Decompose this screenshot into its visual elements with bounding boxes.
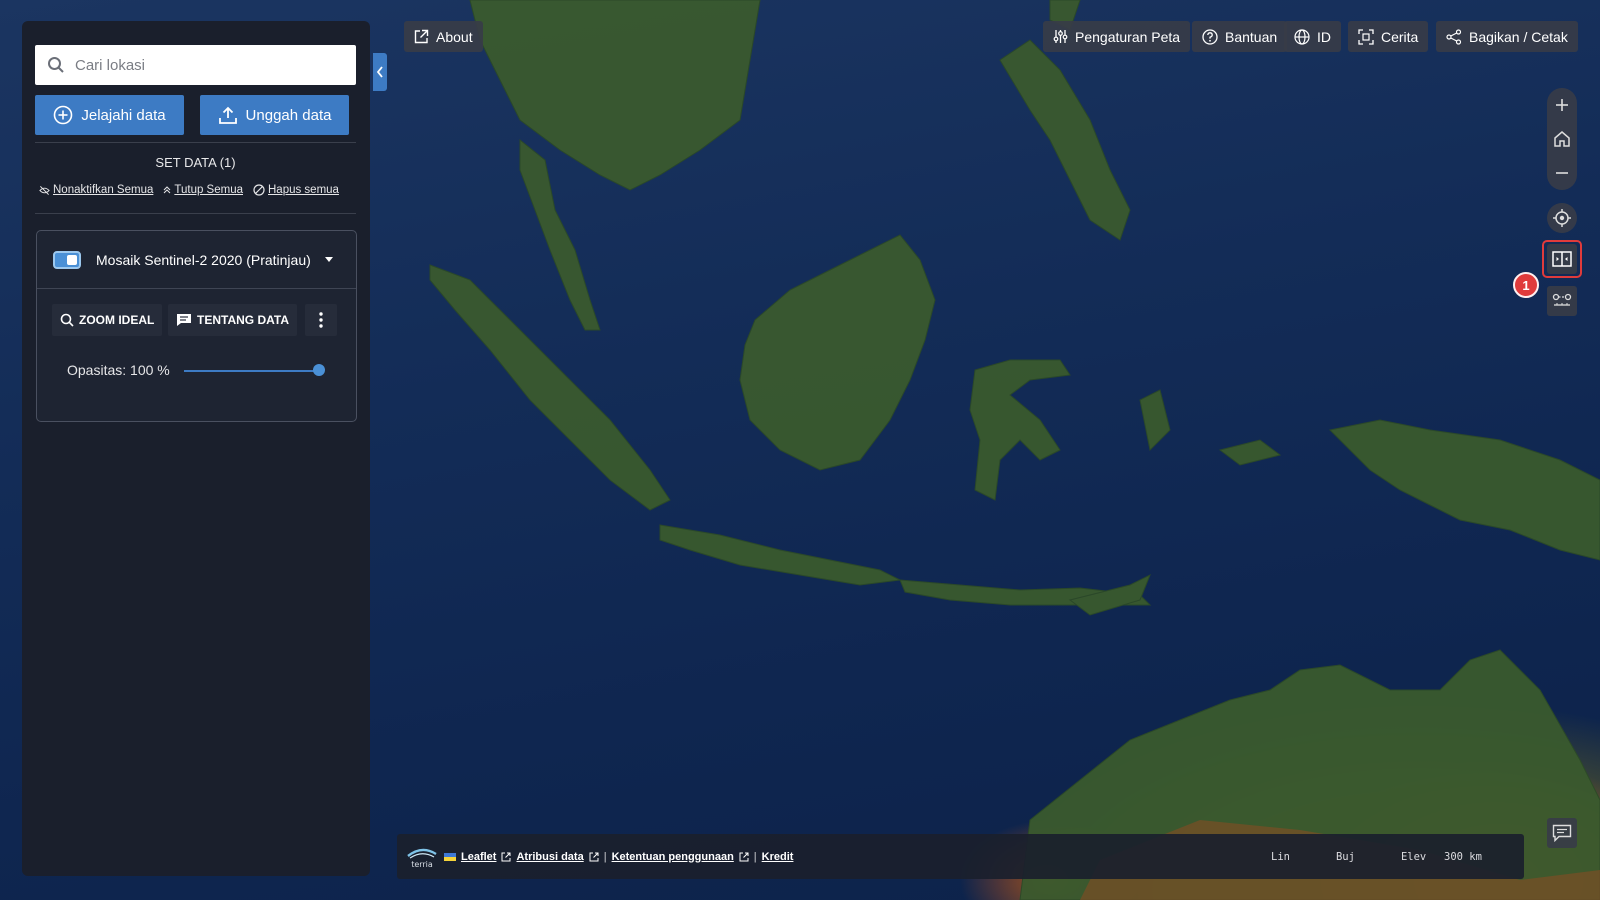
separator: |: [753, 850, 757, 863]
separator: |: [603, 850, 607, 863]
opacity-slider-handle[interactable]: [313, 364, 325, 376]
credits-link[interactable]: Kredit: [762, 851, 794, 863]
about-data-label: TENTANG DATA: [197, 313, 289, 327]
language-button[interactable]: ID: [1284, 21, 1341, 52]
map-footer: terria Leaflet Atribusi data | Ketentuan…: [397, 834, 1524, 879]
zoom-controls: [1547, 88, 1577, 190]
disable-all-label: Nonaktifkan Semua: [53, 184, 154, 196]
explore-data-button[interactable]: Jelajahi data: [35, 95, 184, 135]
search-input[interactable]: [75, 56, 335, 74]
minus-icon: [1556, 172, 1568, 174]
measure-icon: [1552, 293, 1572, 306]
more-options-button[interactable]: [305, 304, 337, 336]
external-link-icon: [739, 852, 749, 861]
dataset-count: SET DATA (1): [155, 155, 236, 170]
external-link-icon: [414, 29, 429, 44]
share-print-button[interactable]: Bagikan / Cetak: [1436, 21, 1578, 52]
disable-all-button[interactable]: Nonaktifkan Semua: [39, 184, 153, 196]
upload-data-label: Unggah data: [245, 106, 332, 124]
terria-logo-icon: terria: [407, 848, 437, 869]
story-button[interactable]: Cerita: [1348, 21, 1429, 52]
collapse-workbench-button[interactable]: [373, 53, 387, 91]
ideal-zoom-button[interactable]: ZOOM IDEAL: [52, 304, 163, 336]
locate-icon: [1553, 209, 1571, 227]
elevation-label: Elev: [1400, 850, 1427, 863]
help-button[interactable]: Bantuan: [1192, 21, 1288, 52]
map-settings-button[interactable]: Pengaturan Peta: [1043, 21, 1191, 52]
distance-scale: 300 km: [1444, 850, 1482, 863]
upload-icon: [218, 106, 237, 124]
chevrons-up-icon: [164, 186, 171, 194]
longitude-label: Buj: [1335, 850, 1355, 863]
ukraine-flag-icon: [444, 852, 456, 861]
about-data-button[interactable]: TENTANG DATA: [168, 304, 297, 336]
feedback-icon: [1552, 824, 1572, 842]
leaflet-link[interactable]: Leaflet: [461, 851, 496, 863]
divider: [35, 213, 356, 214]
plus-icon: [1556, 99, 1568, 111]
remove-all-label: Hapus semua: [268, 184, 339, 196]
opacity-label: Opasitas: 100 %: [67, 362, 170, 378]
measure-tool-button[interactable]: [1547, 286, 1577, 316]
collapse-all-button[interactable]: Tutup Semua: [163, 184, 243, 196]
workbench-item-title: Mosaik Sentinel-2 2020 (Pratinjau): [96, 251, 311, 268]
search-icon: [60, 313, 74, 327]
credits-row: terria Leaflet Atribusi data | Ketentuan…: [405, 845, 793, 869]
terms-of-use-link[interactable]: Ketentuan penggunaan: [612, 851, 734, 863]
zoom-in-button[interactable]: [1547, 88, 1577, 122]
layer-visibility-toggle[interactable]: [53, 250, 81, 269]
compare-split-button[interactable]: [1542, 240, 1582, 278]
search-box[interactable]: [35, 45, 356, 85]
globe-icon: [1294, 28, 1310, 45]
ideal-zoom-label: ZOOM IDEAL: [79, 313, 155, 327]
chevron-down-icon[interactable]: [324, 257, 333, 262]
ban-icon: [253, 184, 265, 196]
zoom-out-button[interactable]: [1547, 156, 1577, 190]
compare-split-icon: [1552, 251, 1572, 267]
svg-text:terria: terria: [411, 860, 433, 869]
workbench-panel: Jelajahi data Unggah data SET DATA (1) N…: [22, 21, 370, 876]
comment-icon: [177, 314, 191, 326]
eye-off-icon: [39, 185, 50, 195]
help-label: Bantuan: [1225, 28, 1278, 45]
location-readout: Lin Buj Elev: [1271, 851, 1426, 863]
search-icon: [48, 57, 64, 73]
share-icon: [1446, 28, 1462, 45]
language-label: ID: [1317, 28, 1331, 45]
divider: [35, 142, 356, 143]
compare-split-inner: [1547, 244, 1577, 274]
remove-all-button[interactable]: Hapus semua: [253, 184, 339, 196]
home-icon: [1554, 131, 1570, 147]
story-label: Cerita: [1381, 28, 1419, 45]
collapse-all-label: Tutup Semua: [174, 184, 243, 196]
my-location-button[interactable]: [1547, 203, 1577, 233]
chevron-left-icon: [376, 66, 383, 78]
about-button[interactable]: About: [404, 21, 483, 52]
map-settings-label: Pengaturan Peta: [1075, 28, 1181, 45]
workbench-item-header[interactable]: Mosaik Sentinel-2 2020 (Pratinjau): [37, 231, 356, 289]
reset-view-button[interactable]: [1547, 122, 1577, 156]
help-circle-icon: [1202, 28, 1218, 45]
more-vertical-icon: [319, 312, 323, 328]
share-print-label: Bagikan / Cetak: [1469, 28, 1568, 45]
step-badge: 1: [1513, 272, 1539, 298]
workbench-actions: Nonaktifkan Semua Tutup Semua Hapus semu…: [39, 184, 339, 196]
opacity-slider-track[interactable]: [184, 370, 324, 372]
external-link-icon: [589, 852, 599, 861]
data-attribution-link[interactable]: Atribusi data: [516, 851, 583, 863]
plus-circle-icon: [54, 105, 73, 125]
feedback-button[interactable]: [1547, 818, 1577, 848]
latitude-label: Lin: [1271, 850, 1290, 863]
external-link-icon: [501, 852, 511, 861]
workbench-item-card: Mosaik Sentinel-2 2020 (Pratinjau) ZOOM …: [36, 230, 357, 422]
about-label: About: [436, 28, 473, 45]
story-icon: [1358, 28, 1374, 45]
explore-data-label: Jelajahi data: [81, 106, 166, 124]
upload-data-button[interactable]: Unggah data: [200, 95, 349, 135]
sliders-icon: [1053, 30, 1068, 43]
